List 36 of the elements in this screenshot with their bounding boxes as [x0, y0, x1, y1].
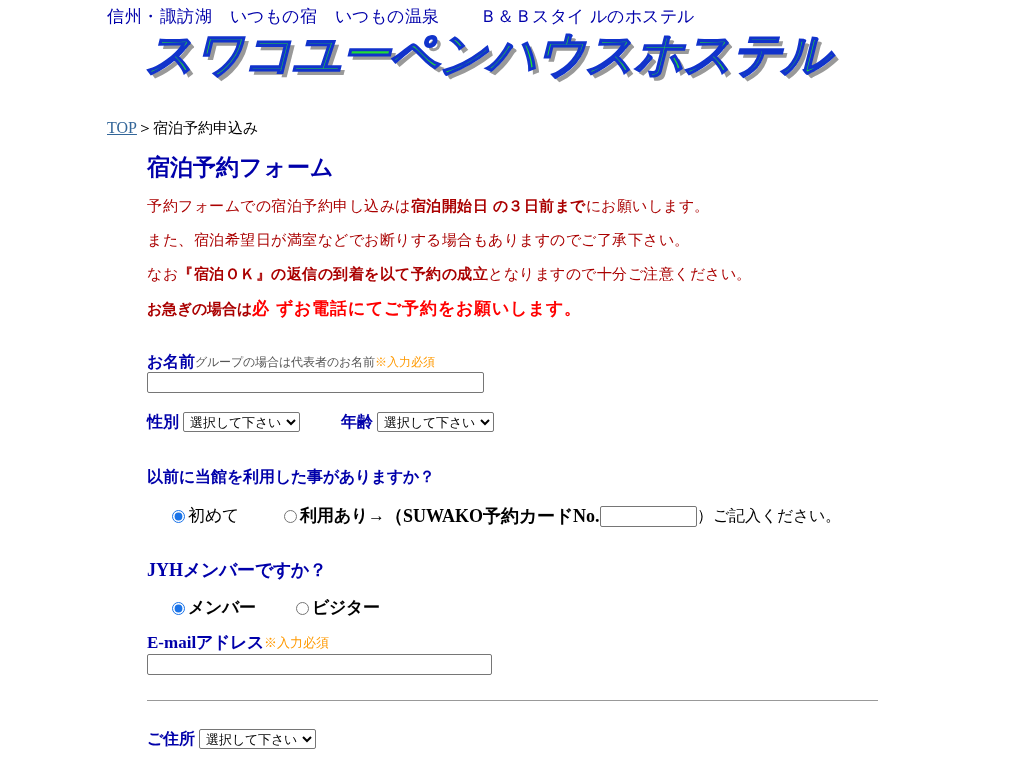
- top-link[interactable]: TOP: [107, 116, 137, 140]
- email-label: E-mailアドレス: [147, 632, 265, 654]
- email-input[interactable]: [147, 654, 492, 675]
- age-label: 年齢: [341, 412, 373, 432]
- required-note: ※入力必須: [375, 354, 435, 371]
- select-dropdown[interactable]: 選択して下さい: [183, 412, 300, 432]
- address-label: ご住所: [147, 729, 195, 749]
- radio-button[interactable]: [172, 601, 185, 615]
- breadcrumb-separator: ＞: [136, 118, 153, 138]
- radio-label: 利用あり→: [300, 505, 385, 527]
- notice-text: 予約フォームでの宿泊予約申し込みは宿泊開始日 の３日前までにお願いします。: [147, 196, 711, 216]
- card-number-suffix: ）ご記入ください。: [696, 506, 841, 526]
- radio-label: ビジター: [312, 597, 380, 619]
- card-number-input[interactable]: [599, 505, 697, 527]
- form-title: 宿泊予約フォーム: [147, 153, 335, 182]
- select-dropdown[interactable]: 選択して下さい: [377, 412, 494, 432]
- member-question: JYHメンバーですか？: [147, 559, 328, 582]
- select-dropdown[interactable]: 選択して下さい: [199, 729, 316, 749]
- card-number-label: （SUWAKO予約カードNo.: [385, 505, 600, 528]
- radio-button[interactable]: [172, 509, 185, 523]
- required-note: ※入力必須: [264, 634, 330, 652]
- urgent-notice: お急ぎの場合は必 ずお電話にてご予約をお願いします。: [147, 298, 583, 320]
- gender-label: 性別: [147, 412, 179, 432]
- previous-question: 以前に当館を利用した事がありますか？: [147, 467, 436, 487]
- breadcrumb-current: 宿泊予約申込み: [152, 117, 258, 138]
- notice-text: また、宿泊希望日が満室などでお断りする場合もありますのでご了承下さい。: [147, 230, 691, 250]
- radio-button[interactable]: [284, 509, 297, 523]
- radio-button[interactable]: [296, 601, 309, 615]
- radio-label: メンバー: [188, 597, 256, 619]
- name-label: お名前: [147, 352, 195, 372]
- name-hint: グループの場合は代表者のお名前: [195, 355, 375, 369]
- name-input[interactable]: [147, 372, 484, 393]
- logo: スワコユーペンハウスホステル: [145, 26, 1024, 82]
- notice-text: なお『宿泊ＯＫ』の返信の到着を以て予約の成立となりますので十分ご注意ください。: [147, 264, 753, 284]
- tagline: 信州・諏訪湖 いつもの宿 いつもの温泉 Ｂ＆Ｂスタイ ルのホステル: [107, 6, 696, 28]
- radio-label: 初めて: [188, 505, 239, 527]
